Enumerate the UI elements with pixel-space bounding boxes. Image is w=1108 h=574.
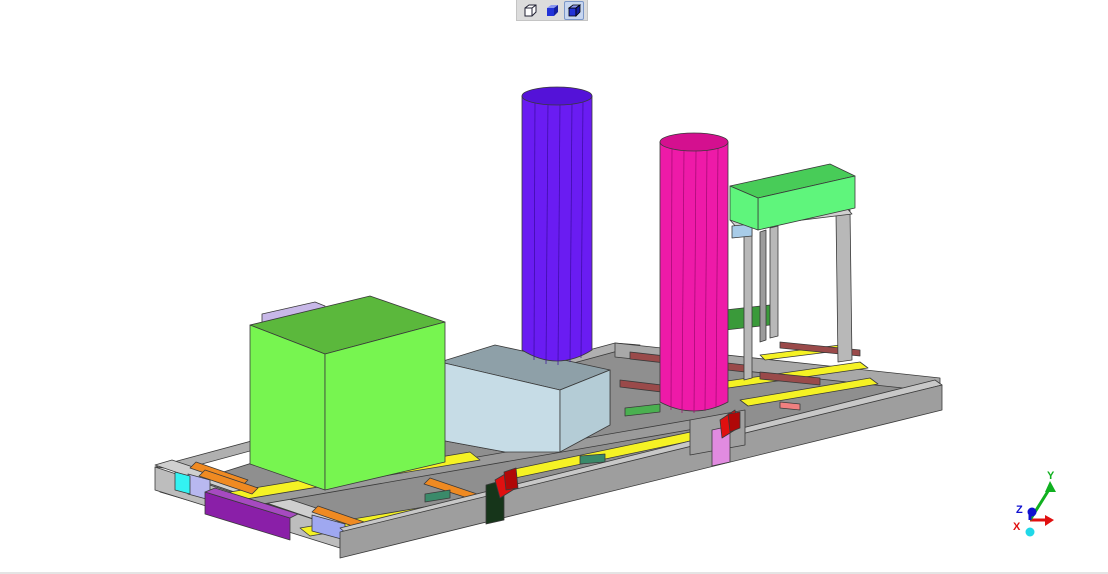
z-axis-label: Z — [1016, 504, 1023, 516]
magenta-cylinder — [659, 132, 729, 414]
green-plate-1 — [579, 453, 606, 465]
green-cube-front — [249, 324, 326, 491]
x-axis-label: X — [1013, 521, 1021, 533]
y-axis-label: Y — [1047, 470, 1055, 482]
red-part-4 — [727, 411, 741, 433]
cyan-block — [174, 471, 191, 495]
z-axis-knob — [1027, 507, 1037, 517]
axis-triad: Y Z X — [1013, 470, 1056, 537]
3d-model-viewport[interactable]: Y Z X — [0, 0, 1108, 572]
gantry-leg-2 — [769, 225, 779, 339]
gantry-leg-4 — [759, 229, 767, 343]
blue-cylinder — [521, 86, 593, 366]
red-part-2 — [503, 467, 519, 491]
gantry-leg-3 — [835, 209, 853, 363]
gantry-leg-1 — [743, 225, 753, 381]
axis-origin-dot — [1025, 527, 1035, 537]
x-axis-arrow — [1045, 515, 1054, 526]
y-axis-arrow — [1045, 481, 1056, 492]
